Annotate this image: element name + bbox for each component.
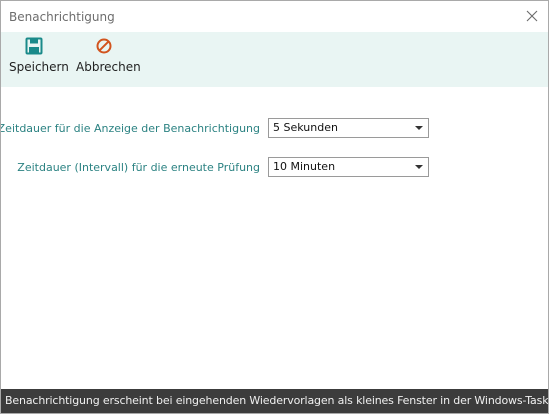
duration-label: Zeitdauer für die Anzeige der Benachrich…	[0, 122, 260, 135]
chevron-down-icon	[415, 126, 423, 130]
title-bar: Benachrichtigung	[1, 1, 548, 32]
cancel-button[interactable]: Abbrechen	[71, 32, 141, 87]
duration-select[interactable]: 5 Sekunden	[268, 118, 429, 138]
save-icon	[25, 37, 43, 55]
interval-label: Zeitdauer (Intervall) für die erneute Pr…	[17, 161, 260, 174]
toolbar: Speichern Abbrechen	[1, 32, 548, 87]
save-label: Speichern	[9, 60, 69, 74]
interval-value: 10 Minuten	[273, 160, 336, 173]
interval-select[interactable]: 10 Minuten	[268, 157, 429, 177]
status-text: Benachrichtigung erscheint bei eingehend…	[5, 394, 549, 407]
duration-value: 5 Sekunden	[273, 121, 338, 134]
status-bar: Benachrichtigung erscheint bei eingehend…	[1, 389, 548, 413]
cancel-icon	[96, 38, 112, 54]
dialog-window: Benachrichtigung Speichern Abbrechen Zei…	[0, 0, 549, 414]
close-button[interactable]	[522, 6, 542, 26]
close-icon	[526, 10, 538, 22]
cancel-label: Abbrechen	[76, 60, 141, 74]
window-title: Benachrichtigung	[9, 10, 115, 24]
save-button[interactable]: Speichern	[1, 32, 71, 87]
chevron-down-icon	[415, 165, 423, 169]
